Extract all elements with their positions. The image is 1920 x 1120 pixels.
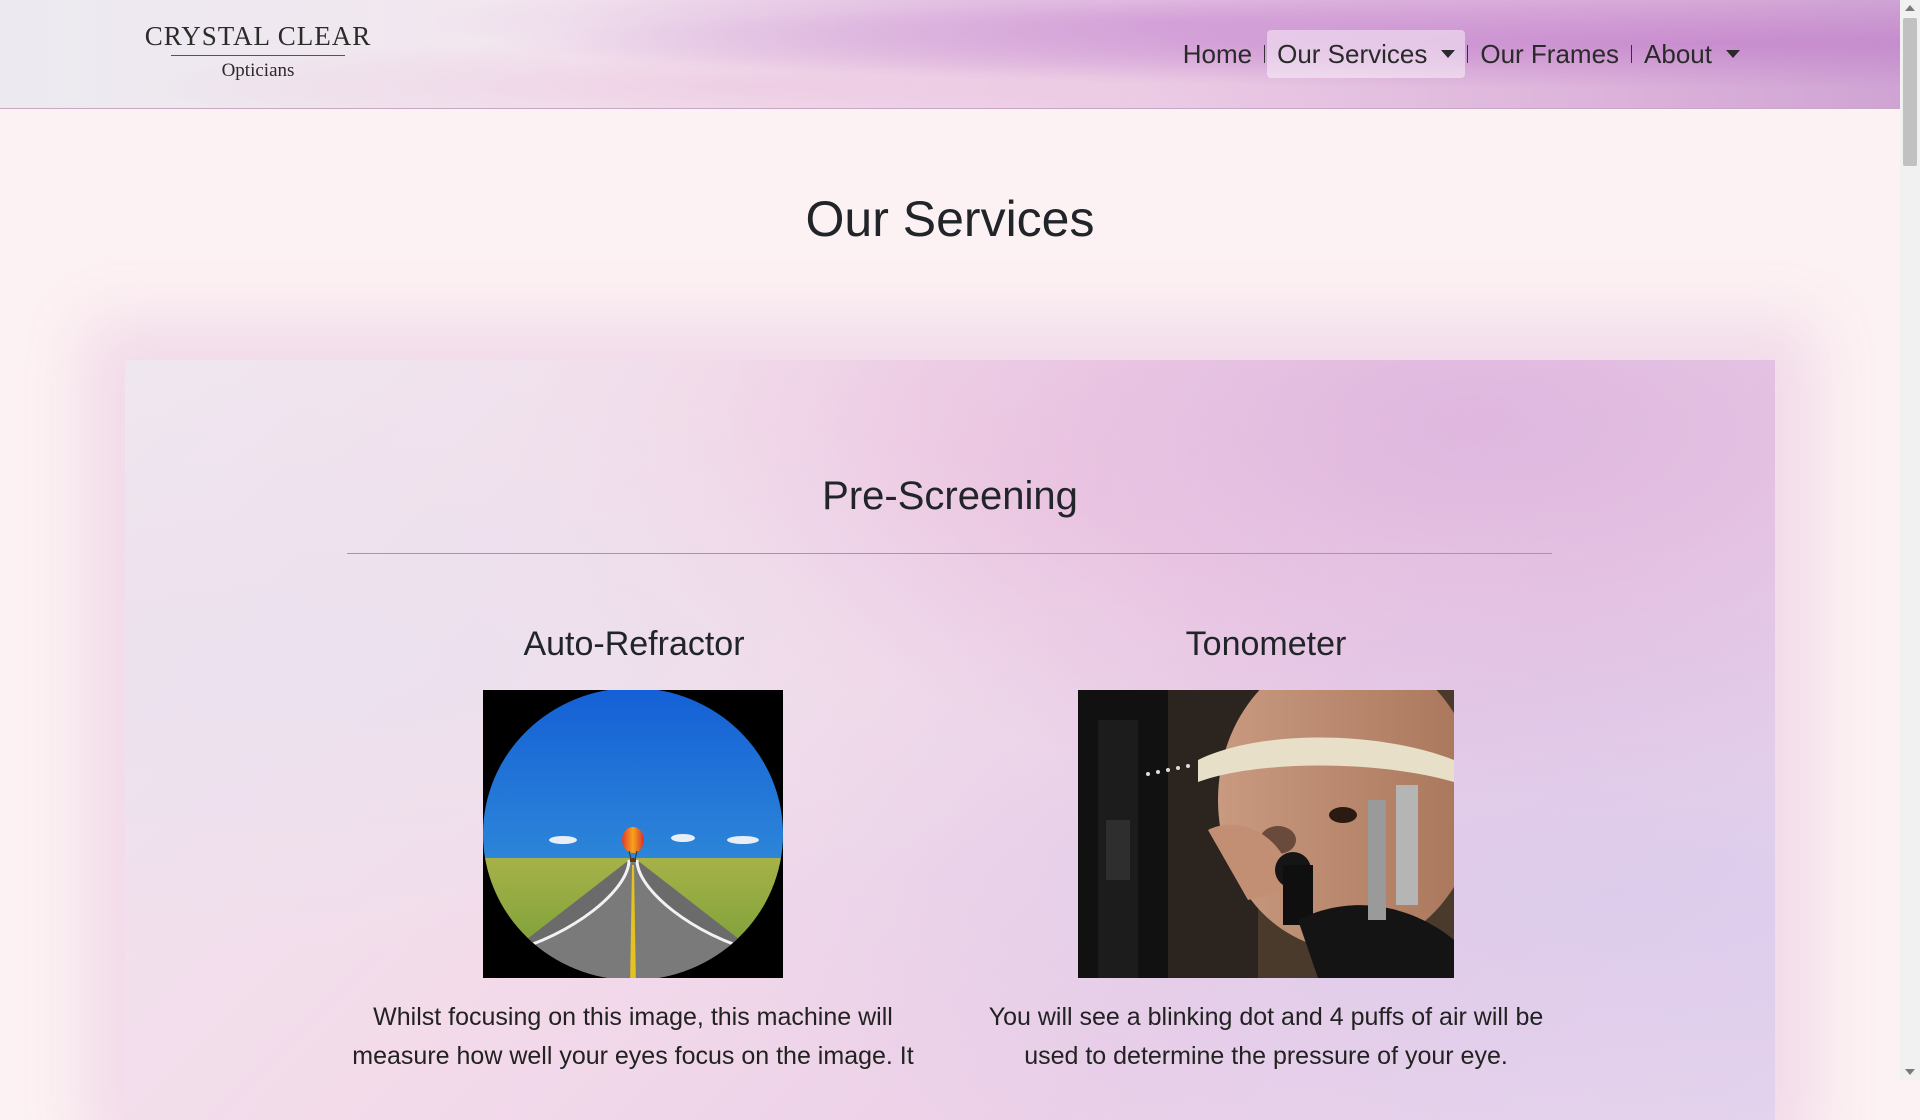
service-title: Auto-Refractor: [523, 625, 745, 663]
nav-about-label: About: [1644, 38, 1712, 69]
page-title: Our Services: [805, 191, 1095, 247]
page-scrollbar[interactable]: [1900, 0, 1920, 1080]
hot-air-balloon-road-illustration: [483, 690, 783, 978]
nav-separator: [1631, 45, 1633, 63]
service-text-line: Whilst focusing on this image, this mach…: [373, 1003, 893, 1031]
service-description-auto-refractor: Whilst focusing on this image, this mach…: [330, 998, 936, 1076]
brand-divider: [171, 55, 345, 56]
nav-home-label: Home: [1182, 38, 1253, 69]
service-card-auto-refractor: Auto-Refractor: [384, 624, 884, 664]
nav-home[interactable]: Home: [1173, 30, 1262, 78]
brand-subtitle: Opticians: [221, 60, 295, 81]
section-divider: [347, 553, 1552, 554]
tonometer-image: [1078, 690, 1454, 978]
service-card-tonometer: Tonometer: [1016, 624, 1516, 664]
scroll-down-icon[interactable]: [1905, 1069, 1915, 1075]
nav-separator: [1264, 45, 1266, 63]
nav-our-frames-label: Our Frames: [1480, 38, 1620, 69]
nav-our-frames[interactable]: Our Frames: [1470, 30, 1629, 78]
nav-separator: [1467, 45, 1469, 63]
main-nav: Home Our Services Our Frames About: [1173, 30, 1750, 78]
service-text-line: You will see a blinking dot and 4 puffs …: [988, 1003, 1544, 1031]
site-header: CRYSTAL CLEAR Opticians Home Our Service…: [0, 0, 1900, 109]
brand-name: CRYSTAL CLEAR: [144, 21, 372, 51]
brand-logo[interactable]: CRYSTAL CLEAR Opticians: [144, 20, 372, 82]
scrollbar-thumb[interactable]: [1903, 18, 1917, 166]
chevron-down-icon: [1726, 50, 1740, 58]
section-title: Pre-Screening: [822, 474, 1078, 518]
service-title: Tonometer: [1185, 625, 1347, 663]
nav-about[interactable]: About: [1634, 30, 1750, 78]
scroll-up-icon[interactable]: [1905, 5, 1915, 11]
patient-at-tonometer-illustration: [1078, 690, 1454, 978]
service-text-line: used to determine the pressure of your e…: [1024, 1042, 1508, 1070]
auto-refractor-image: [483, 690, 783, 978]
chevron-down-icon: [1441, 50, 1456, 58]
service-text-line: measure how well your eyes focus on the …: [352, 1042, 914, 1070]
nav-our-services-label: Our Services: [1277, 38, 1428, 69]
service-description-tonometer: You will see a blinking dot and 4 puffs …: [960, 998, 1572, 1076]
nav-our-services[interactable]: Our Services: [1267, 30, 1466, 78]
